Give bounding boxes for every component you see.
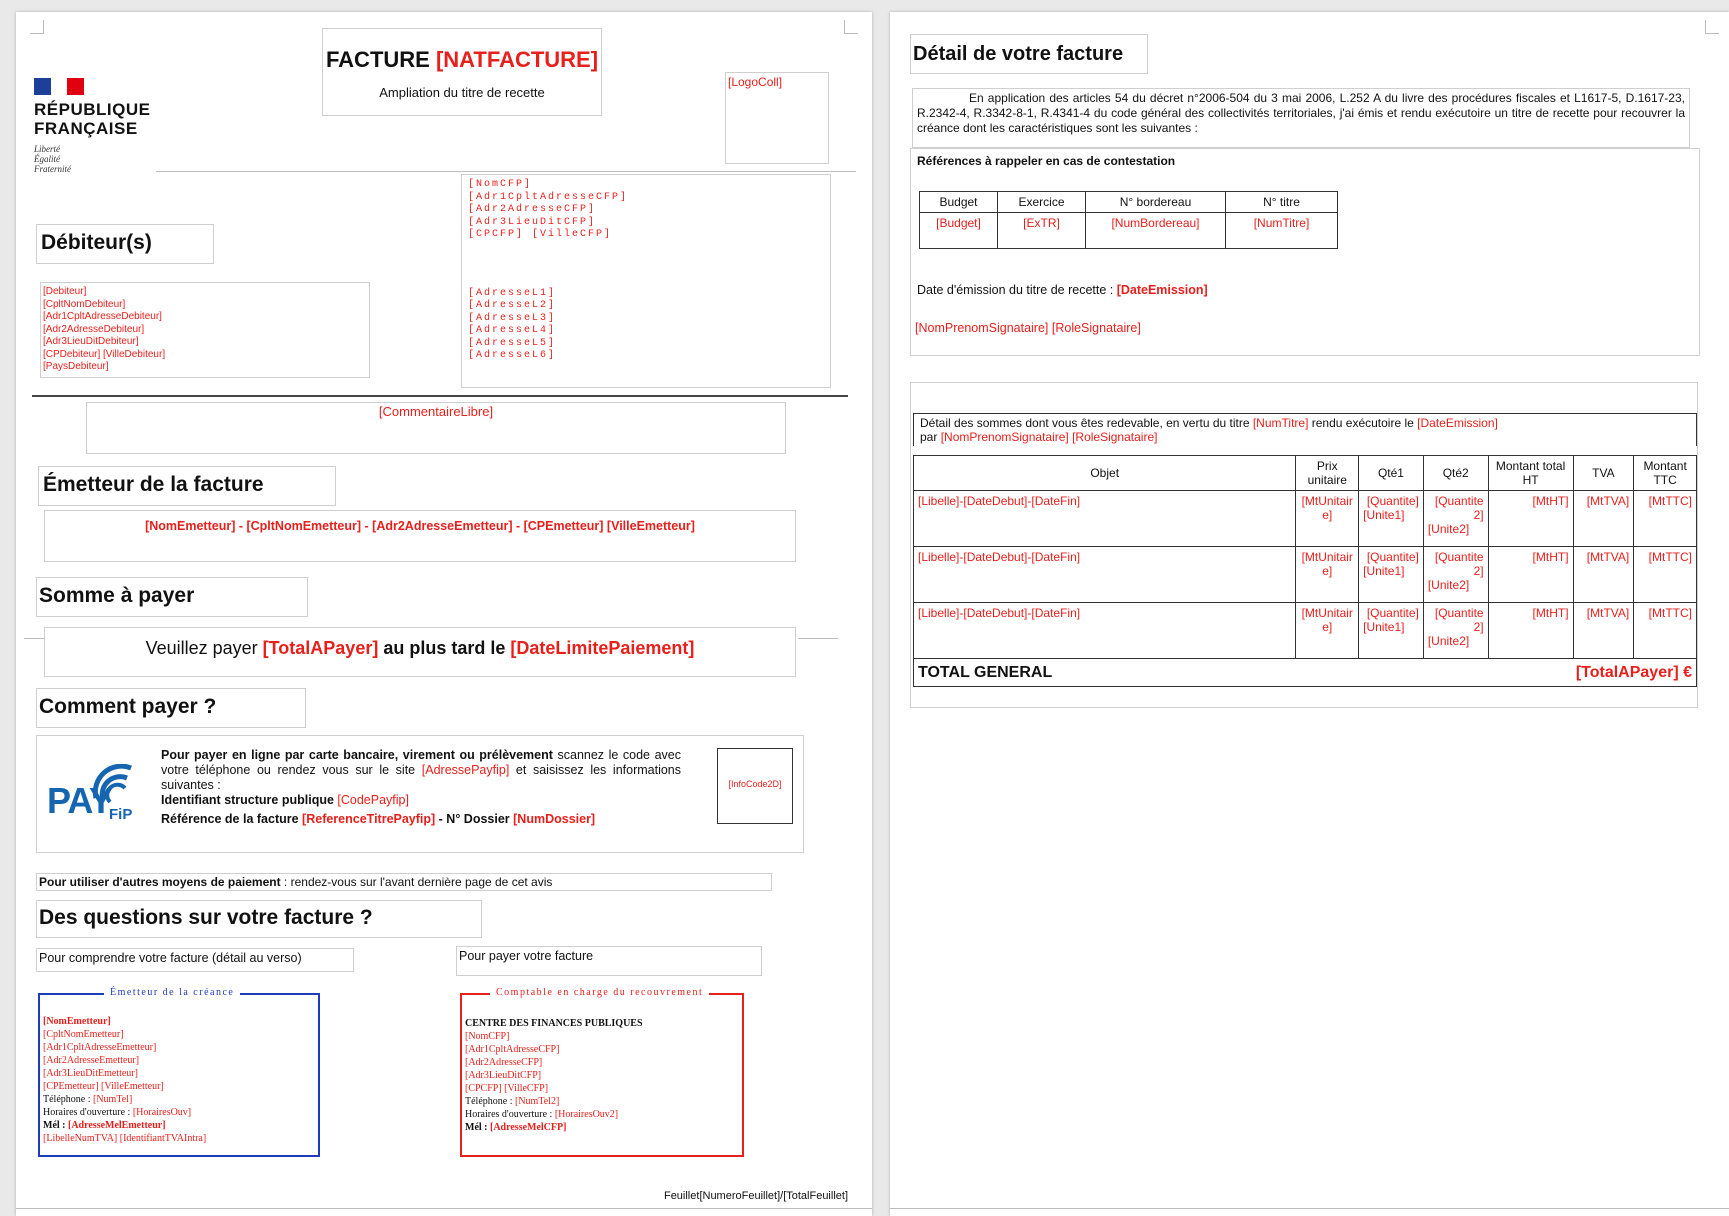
total-general-value: [TotalAPayer] €	[1488, 658, 1698, 687]
address-lines: [AdresseL1] [AdresseL2] [AdresseL3] [Adress…	[468, 287, 557, 362]
ref-value: [NumTitre]	[1225, 212, 1338, 249]
corner-mark	[1705, 20, 1719, 34]
corner-mark	[844, 20, 858, 34]
detail-heading: Détail de votre facture	[910, 34, 1148, 74]
commentaire-libre: [CommentaireLibre]	[378, 404, 494, 419]
references-section: Références à rappeler en cas de contesta…	[910, 148, 1700, 356]
comptable-title: Comptable en charge du recouvrement	[490, 987, 710, 998]
reference-titre-payfip: [ReferenceTitrePayfip]	[302, 812, 436, 826]
col-montant-ht: Montant total HT	[1487, 455, 1574, 491]
payfip-instructions: Pour payer en ligne par carte bancaire, …	[161, 748, 681, 826]
ref-value: [NumBordereau]	[1085, 212, 1226, 249]
commentaire-box: [CommentaireLibre]	[86, 402, 786, 454]
col-prix-unitaire: Prix unitaire	[1295, 455, 1360, 491]
payfip-logo: PAY FiP	[47, 764, 142, 824]
emetteur-line: [NomEmetteur] - [CpltNomEmetteur] - [Adr…	[145, 519, 695, 533]
logo-motto: Liberté Égalité Fraternité	[34, 144, 71, 174]
invoice-subtitle: Ampliation du titre de recette	[379, 85, 545, 100]
separator	[32, 395, 848, 397]
autres-moyens: Pour utiliser d'autres moyens de paiemen…	[36, 873, 772, 891]
total-a-payer: [TotalAPayer]	[262, 638, 379, 658]
adresse-payfip: [AdressePayfip]	[421, 763, 510, 777]
republique-francaise-logo: RÉPUBLIQUE FRANÇAISE Liberté Égalité Frate…	[34, 78, 164, 174]
total-row: TOTAL GENERAL [TotalAPayer] €	[913, 658, 1698, 687]
ref-value: [Budget]	[919, 212, 998, 249]
emetteur-creance-box: Émetteur de la créance [NomEmetteur] [Cp…	[38, 987, 320, 1157]
ref-header: Exercice	[997, 191, 1086, 213]
col-tva: TVA	[1572, 455, 1635, 491]
col-qte1: Qté1	[1358, 455, 1424, 491]
debiteur-address: [Debiteur] [CpltNomDebiteur] [Adr1CpltAdre…	[40, 282, 370, 378]
code-payfip: [CodePayfip]	[337, 793, 409, 807]
emetteur-creance-content: [NomEmetteur] [CpltNomEmetteur] [Adr1Cpl…	[43, 1016, 207, 1144]
date-emission: Date d'émission du titre de recette : [D…	[917, 283, 1208, 297]
table-row: [Libelle]-[DateDebut]-[DateFin] [MtUnita…	[912, 546, 1697, 603]
comptable-box: Comptable en charge du recouvrement CENT…	[460, 987, 744, 1157]
invoice-title-box: FACTURE [NATFACTURE] Ampliation du titre…	[322, 28, 602, 116]
qr-code-box: [InfoCode2D]	[717, 748, 793, 824]
detail-table: Objet Prix unitaire Qté1 Qté2 Montant to…	[912, 455, 1698, 687]
num-dossier: [NumDossier]	[513, 812, 596, 826]
logo-republique: RÉPUBLIQUE	[34, 100, 151, 119]
comptable-content: CENTRE DES FINANCES PUBLIQUES [NomCFP] […	[465, 1018, 643, 1133]
logo-collectivite: [LogoColl]	[728, 75, 783, 89]
col-qte2: Qté2	[1422, 455, 1489, 491]
invoice-page-back: Détail de votre facture En application d…	[890, 12, 1729, 1216]
ref-value: [ExTR]	[997, 212, 1086, 249]
invoice-page-front: RÉPUBLIQUE FRANÇAISE Liberté Égalité Frate…	[16, 12, 872, 1216]
total-general-label: TOTAL GENERAL	[913, 658, 1489, 687]
payer-facture: Pour payer votre facture	[456, 946, 762, 976]
table-row: [Libelle]-[DateDebut]-[DateFin] [MtUnita…	[912, 490, 1697, 547]
invoice-title: FACTURE [NATFACTURE]	[325, 47, 599, 72]
corner-mark	[30, 20, 44, 34]
signataire: [NomPrenomSignataire] [RoleSignataire]	[915, 321, 1141, 335]
table-row: [Libelle]-[DateDebut]-[DateFin] [MtUnita…	[912, 602, 1697, 659]
detail-sommes-section: Détail des sommes dont vous êtes redevab…	[910, 382, 1698, 708]
emetteur-creance-title: Émetteur de la créance	[104, 987, 241, 998]
wifi-icon	[93, 764, 132, 804]
col-montant-ttc: Montant TTC	[1633, 455, 1697, 491]
detail-sommes-intro: Détail des sommes dont vous êtes redevab…	[913, 413, 1697, 446]
questions-heading: Des questions sur votre facture ?	[36, 900, 482, 938]
payfip-box: PAY FiP Pour payer en ligne par carte ba…	[36, 735, 804, 853]
recipient-address-box: [NomCFP] [Adr1CpltAdresseCFP] [Adr2Adresse…	[461, 174, 831, 388]
logo-francaise: FRANÇAISE	[34, 119, 138, 138]
date-limite-paiement: [DateLimitePaiement]	[510, 638, 695, 658]
emetteur-box: [NomEmetteur] - [CpltNomEmetteur] - [Adr…	[44, 510, 796, 562]
comment-payer-heading: Comment payer ?	[36, 688, 306, 728]
somme-heading: Somme à payer	[36, 577, 308, 617]
debiteurs-heading: Débiteur(s)	[36, 224, 214, 264]
info-code-2d: [InfoCode2D]	[728, 779, 782, 789]
somme-box: Veuillez payer [TotalAPayer] au plus tar…	[44, 627, 796, 677]
references-table: Budget Exercice N° bordereau N° titre [B…	[919, 191, 1338, 249]
comprendre-facture: Pour comprendre votre facture (détail au…	[36, 948, 354, 972]
col-objet: Objet	[912, 455, 1297, 491]
ref-header: N° titre	[1225, 191, 1338, 213]
cfp-address: [NomCFP] [Adr1CpltAdresseCFP] [Adr2Adresse…	[468, 179, 629, 240]
feuillet: Feuillet[NumeroFeuillet]/[TotalFeuillet]	[663, 1190, 848, 1202]
ref-header: N° bordereau	[1085, 191, 1226, 213]
logo-collectivite-box: [LogoColl]	[725, 72, 829, 164]
legal-intro: En application des articles 54 du décret…	[912, 88, 1690, 148]
flag-icon	[34, 78, 85, 95]
emetteur-heading: Émetteur de la facture	[38, 466, 336, 506]
ref-header: Budget	[919, 191, 998, 213]
references-heading: Références à rappeler en cas de contesta…	[917, 154, 1176, 168]
